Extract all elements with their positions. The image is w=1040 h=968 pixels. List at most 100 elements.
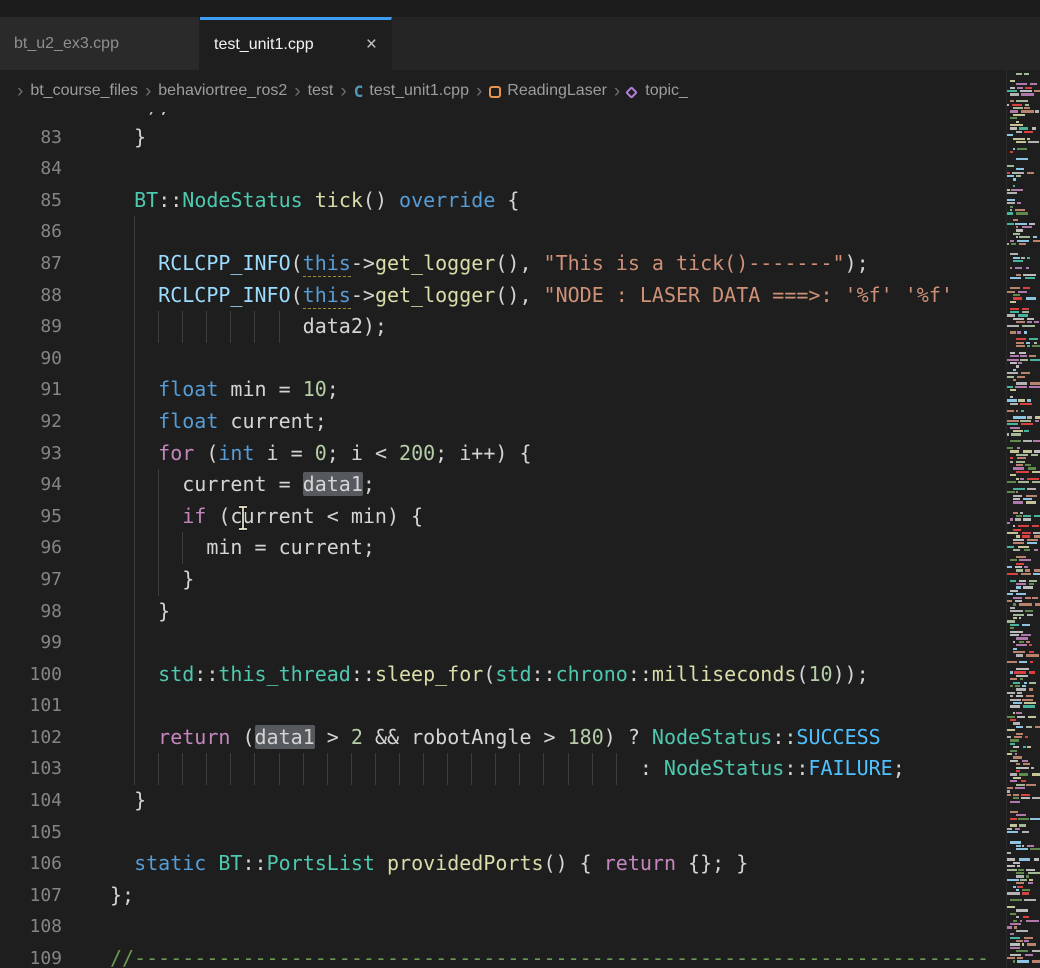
minimap-line [1016,668,1029,670]
minimap-line [1027,416,1032,418]
indent-guide [592,753,593,785]
minimap-line [1016,212,1028,214]
minimap-line [1013,488,1025,490]
close-tab-icon[interactable]: × [366,34,377,56]
minimap-line [1007,433,1009,435]
line-content: float current; [62,406,1006,438]
minimap-line [1021,423,1033,425]
code-line: 108 [0,911,1006,943]
minimap-line [1021,93,1034,95]
minimap-line [1013,257,1020,259]
minimap-line [1010,607,1015,609]
minimap-line [1022,311,1030,313]
breadcrumb-item[interactable]: ReadingLaser [489,82,607,100]
minimap-line [1013,777,1021,779]
minimap-line [1019,858,1031,860]
minimap-line [1010,801,1020,803]
minimap[interactable] [1006,70,1040,968]
minimap-line [1007,447,1013,449]
minimap-line [1010,110,1018,112]
minimap-line [1029,688,1033,690]
breadcrumb-item[interactable]: test [308,82,334,100]
line-content: } [62,122,1006,154]
line-number: 88 [0,280,62,312]
minimap-line [1013,549,1020,551]
breadcrumb-item[interactable]: behaviortree_ros2 [158,82,287,100]
line-number: 89 [0,311,62,343]
minimap-line [1033,532,1040,534]
minimap-line [1016,168,1024,170]
indent-guide [616,753,617,785]
minimap-line [1010,80,1015,82]
minimap-line [1007,692,1015,694]
minimap-line [1026,495,1038,497]
breadcrumb-item[interactable]: bt_course_files [30,82,138,100]
minimap-line [1007,291,1015,293]
minimap-line [1026,297,1036,299]
line-number: 99 [0,627,62,659]
minimap-line [1026,784,1036,786]
minimap-line [1007,753,1012,755]
code-token: :: [351,662,375,686]
editor-tab[interactable]: bt_u2_ex3.cpp [0,17,200,70]
editor-tab[interactable]: test_unit1.cpp× [200,17,392,70]
minimap-line [1030,848,1040,850]
code-token: NodeStatus [652,725,772,749]
code-line: 91 float min = 10; [0,374,1006,406]
line-number: 106 [0,848,62,880]
minimap-line [1016,236,1018,238]
code-line: 93 for (int i = 0; i < 200; i++) { [0,438,1006,470]
minimap-line [1019,661,1027,663]
minimap-line [1026,267,1029,269]
breadcrumb-label: bt_course_files [30,82,138,100]
breadcrumb-item[interactable]: Ctest_unit1.cpp [354,82,469,101]
code-token: } [110,788,146,812]
indent-guide [182,532,183,564]
minimap-line [1032,597,1038,599]
minimap-line [1010,933,1014,935]
minimap-line [1013,862,1020,864]
indent-guide [182,311,183,343]
indent-guide [134,627,135,659]
minimap-line [1010,100,1014,102]
line-content [62,343,1006,375]
minimap-line [1010,610,1023,612]
breadcrumb-item[interactable]: topic_ [627,82,688,100]
minimap-line [1016,763,1020,765]
code-token: :: [784,756,808,780]
minimap-line [1022,535,1030,537]
minimap-line [1025,736,1028,738]
minimap-line [1016,461,1025,463]
minimap-line [1010,627,1014,629]
minimap-line [1007,600,1012,602]
minimap-line [1017,886,1023,888]
minimap-line [1010,240,1014,242]
minimap-line [1018,481,1029,483]
minimap-line [1013,498,1020,500]
minimap-line [1022,831,1029,833]
code-line: 107}; [0,880,1006,912]
minimap-line [1013,297,1022,299]
code-line: 83 } [0,122,1006,154]
code-token: :: [772,725,796,749]
minimap-line [1017,148,1027,150]
minimap-line [1007,202,1015,204]
minimap-line [1034,858,1039,860]
code-token: ); [845,251,869,275]
minimap-line [1018,869,1024,871]
minimap-line [1011,189,1023,191]
line-number: 102 [0,722,62,754]
minimap-line [1022,308,1029,310]
minimap-line [1026,695,1033,697]
minimap-line [1010,253,1018,255]
code-line: 85 BT::NodeStatus tick() override { [0,185,1006,217]
minimap-line [1010,773,1017,775]
minimap-line [1016,454,1028,456]
minimap-line [1010,287,1020,289]
code-line: 90 [0,343,1006,375]
code-token: for [158,441,194,465]
minimap-line [1013,501,1023,503]
minimap-line [1007,481,1016,483]
code-token [375,851,387,875]
code-editor[interactable]: 82 ");83 }8485 BT::NodeStatus tick() ove… [0,112,1040,968]
